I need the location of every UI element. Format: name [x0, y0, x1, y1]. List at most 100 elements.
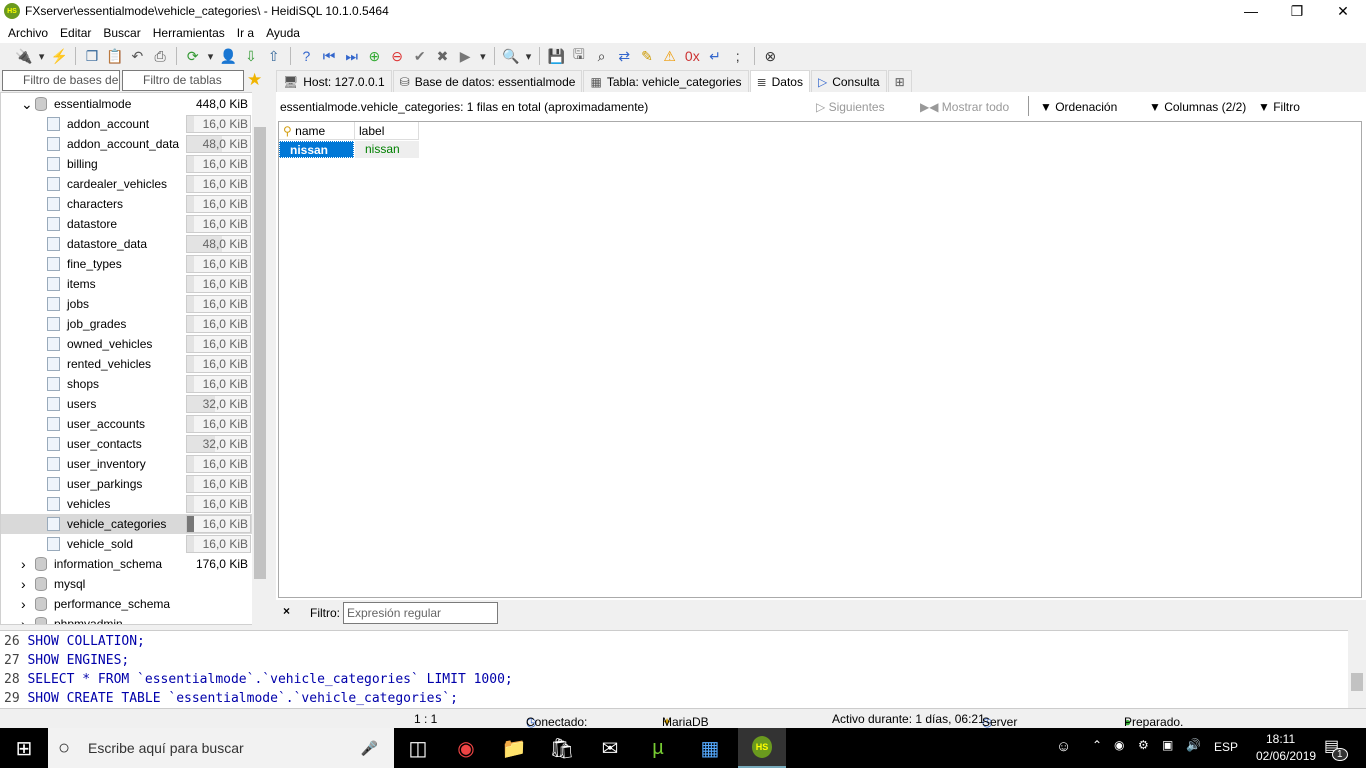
- close-button[interactable]: ✕: [1320, 0, 1366, 22]
- mail-icon[interactable]: ✉: [586, 728, 634, 768]
- menu-herramientas[interactable]: Herramientas: [147, 26, 231, 40]
- tab-host[interactable]: 🖥 Host: 127.0.0.1: [276, 70, 392, 92]
- refresh-icon[interactable]: ⟳: [183, 46, 203, 66]
- help-icon[interactable]: ?: [297, 46, 317, 66]
- warning-icon[interactable]: ⚠: [660, 46, 680, 66]
- tree-table[interactable]: cardealer_vehicles 16,0 KiB: [1, 174, 253, 194]
- app-icon[interactable]: ▦: [686, 728, 734, 768]
- replace-icon[interactable]: ⇄: [614, 46, 634, 66]
- tree-table[interactable]: datastore 16,0 KiB: [1, 214, 253, 234]
- tree-database[interactable]: ⌄ essentialmode 448,0 KiB: [1, 94, 253, 114]
- cancel-icon[interactable]: ✖: [433, 46, 453, 66]
- show-hidden-icons[interactable]: ⌃: [1092, 738, 1102, 752]
- tab-consulta[interactable]: ▷ Consulta: [810, 70, 887, 92]
- hex-icon[interactable]: 0x: [682, 46, 702, 66]
- tree-table[interactable]: fine_types 16,0 KiB: [1, 254, 253, 274]
- menu-archivo[interactable]: Archivo: [2, 26, 54, 40]
- windows-start-icon[interactable]: ⊞: [0, 728, 48, 768]
- export-icon[interactable]: ⇩: [241, 46, 261, 66]
- favorites-star-icon[interactable]: ★: [247, 70, 262, 90]
- tree-table[interactable]: shops 16,0 KiB: [1, 374, 253, 394]
- tree-table[interactable]: jobs 16,0 KiB: [1, 294, 253, 314]
- save-icon[interactable]: 💾: [546, 46, 566, 66]
- steam-icon[interactable]: ⚙: [1138, 738, 1149, 752]
- menu-editar[interactable]: Editar: [54, 26, 97, 40]
- menu-ir-a[interactable]: Ir a: [231, 26, 260, 40]
- tree-table[interactable]: user_accounts 16,0 KiB: [1, 414, 253, 434]
- run-icon[interactable]: ▶: [455, 46, 475, 66]
- close-filter-icon[interactable]: ×: [283, 604, 290, 618]
- post-icon[interactable]: ✔: [410, 46, 430, 66]
- cell-name[interactable]: nissan: [279, 141, 354, 158]
- data-grid[interactable]: ⚲ name label nissan nissan: [278, 121, 1362, 598]
- column-header-name[interactable]: ⚲ name: [279, 122, 355, 140]
- disconnect-icon[interactable]: ⚡: [50, 46, 70, 66]
- columns-button[interactable]: ▼ Columnas (2/2): [1149, 100, 1246, 114]
- tree-table[interactable]: owned_vehicles 16,0 KiB: [1, 334, 253, 354]
- filter-regex-input[interactable]: Expresión regular: [343, 602, 498, 624]
- save-as-icon[interactable]: 🖫: [569, 46, 589, 66]
- menu-buscar[interactable]: Buscar: [97, 26, 146, 40]
- maximize-button[interactable]: ❐: [1274, 0, 1320, 22]
- volume-icon[interactable]: 🔊: [1186, 738, 1201, 752]
- next-button[interactable]: ▷ Siguientes: [816, 100, 885, 114]
- tree-table[interactable]: addon_account 16,0 KiB: [1, 114, 253, 134]
- paste-icon[interactable]: 📋: [105, 46, 125, 66]
- file-explorer-icon[interactable]: 📁: [490, 728, 538, 768]
- semicolon-icon[interactable]: ;: [728, 46, 748, 66]
- tree-table[interactable]: vehicles 16,0 KiB: [1, 494, 253, 514]
- chevron-right-icon[interactable]: ›: [21, 556, 35, 572]
- dropdown-icon[interactable]: ▾: [206, 46, 216, 66]
- tree-database[interactable]: › performance_schema: [1, 594, 253, 614]
- chevron-right-icon[interactable]: ›: [21, 576, 35, 592]
- tree-database[interactable]: › information_schema 176,0 KiB: [1, 554, 253, 574]
- find-icon[interactable]: ⌕: [592, 46, 612, 66]
- tree-table[interactable]: user_contacts 32,0 KiB: [1, 434, 253, 454]
- tree-table[interactable]: addon_account_data 48,0 KiB: [1, 134, 253, 154]
- discord-icon[interactable]: ◉: [1114, 738, 1124, 752]
- copy-icon[interactable]: ❐: [82, 46, 102, 66]
- tree-table[interactable]: billing 16,0 KiB: [1, 154, 253, 174]
- dropdown-icon[interactable]: ▾: [524, 46, 534, 66]
- show-all-button[interactable]: ▶◀ Mostrar todo: [920, 100, 1009, 114]
- column-header-label[interactable]: label: [355, 122, 419, 140]
- chevron-right-icon[interactable]: ›: [21, 616, 35, 624]
- filter-button[interactable]: ▼ Filtro: [1258, 100, 1300, 114]
- tree-table[interactable]: items 16,0 KiB: [1, 274, 253, 294]
- database-filter-input[interactable]: Filtro de bases de datos: [2, 70, 120, 91]
- clock-date[interactable]: 02/06/2019: [1256, 749, 1316, 763]
- edit-icon[interactable]: ✎: [637, 46, 657, 66]
- tree-table[interactable]: vehicle_categories 16,0 KiB: [1, 514, 253, 534]
- sort-button[interactable]: ▼ Ordenación: [1040, 100, 1117, 114]
- tree-database[interactable]: › phpmyadmin: [1, 614, 253, 624]
- tree-table[interactable]: rented_vehicles 16,0 KiB: [1, 354, 253, 374]
- tab-new-query[interactable]: ⊞: [887, 70, 912, 92]
- taskbar-search[interactable]: ○ Escribe aquí para buscar 🎤: [48, 728, 394, 768]
- chrome-icon[interactable]: ◉: [442, 728, 490, 768]
- heidisql-taskbar-icon[interactable]: HS: [738, 728, 786, 768]
- print-icon[interactable]: ⎙: [150, 46, 170, 66]
- tab-datos[interactable]: ≣ Datos: [749, 70, 810, 92]
- table-filter-input[interactable]: Filtro de tablas: [122, 70, 244, 91]
- utorrent-icon[interactable]: µ: [634, 728, 682, 768]
- task-view-icon[interactable]: ◫: [394, 728, 442, 768]
- sql-log-scrollbar[interactable]: [1348, 631, 1366, 708]
- tab-tabla[interactable]: ▦ Tabla: vehicle_categories: [583, 70, 749, 92]
- dropdown-icon[interactable]: ▾: [37, 46, 47, 66]
- undo-icon[interactable]: ↶: [128, 46, 148, 66]
- tree-table[interactable]: vehicle_sold 16,0 KiB: [1, 534, 253, 554]
- tree-table[interactable]: user_parkings 16,0 KiB: [1, 474, 253, 494]
- add-row-icon[interactable]: ⊕: [365, 46, 385, 66]
- chevron-right-icon[interactable]: ›: [21, 596, 35, 612]
- tree-table[interactable]: characters 16,0 KiB: [1, 194, 253, 214]
- tree-database[interactable]: › mysql: [1, 574, 253, 594]
- cell-label[interactable]: nissan: [355, 141, 419, 158]
- language-indicator[interactable]: ESP: [1214, 740, 1238, 754]
- sql-log[interactable]: 26 SHOW COLLATION; 27 SHOW ENGINES; 28 SEL…: [0, 630, 1348, 708]
- tree-table[interactable]: user_inventory 16,0 KiB: [1, 454, 253, 474]
- stop-icon[interactable]: ⊗: [761, 46, 781, 66]
- delete-row-icon[interactable]: ⊖: [387, 46, 407, 66]
- last-icon[interactable]: ⏭: [342, 46, 362, 66]
- tree-table[interactable]: datastore_data 48,0 KiB: [1, 234, 253, 254]
- dropdown-icon[interactable]: ▾: [478, 46, 488, 66]
